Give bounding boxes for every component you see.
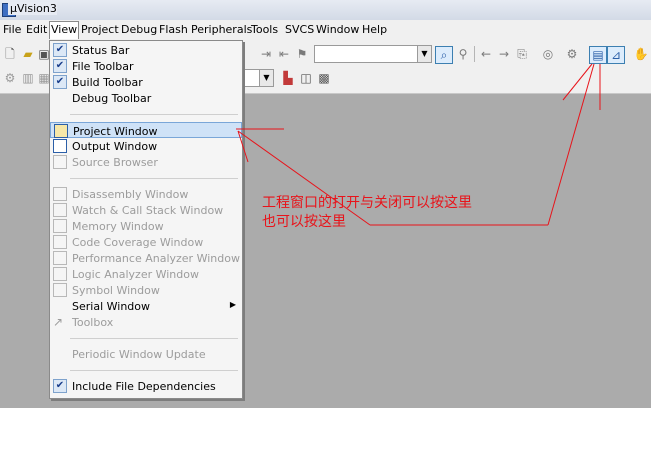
annotation-arrows: [236, 63, 601, 226]
annotation-text-line2: 也可以按这里: [262, 214, 346, 230]
annotation-text-line1: 工程窗口的打开与关闭可以按这里: [262, 195, 472, 211]
